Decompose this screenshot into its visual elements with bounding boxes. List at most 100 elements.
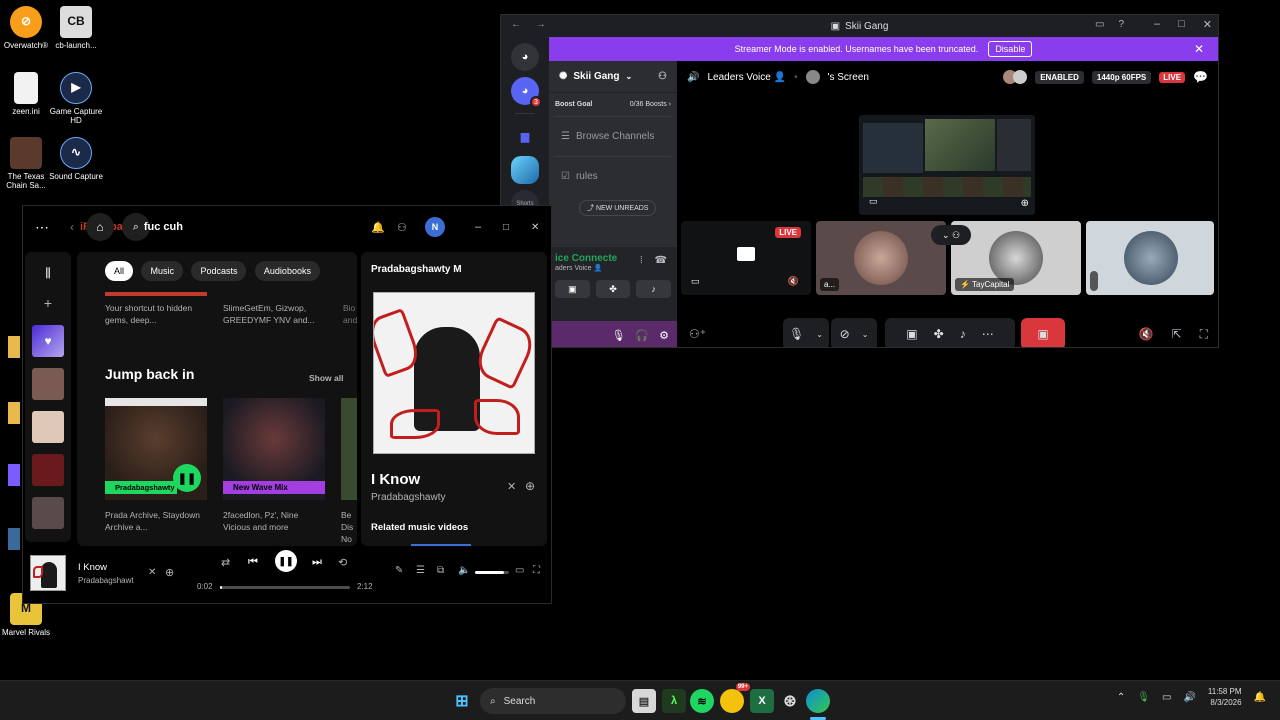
library-item[interactable] xyxy=(32,497,64,529)
shuffle-icon[interactable]: ⇄ xyxy=(221,556,230,569)
maximize-button[interactable]: □ xyxy=(503,222,509,233)
track-title[interactable]: I Know xyxy=(371,471,420,488)
minimize-button[interactable]: – xyxy=(475,221,481,233)
activities-icon[interactable]: ✤ xyxy=(934,327,944,341)
terminal-icon[interactable]: λ xyxy=(662,689,686,713)
chat-icon[interactable]: 💬 xyxy=(1193,70,1208,84)
album-card[interactable]: Pradabagshawty ❚❚ Prada Archive, Staydow… xyxy=(105,398,207,534)
participant-tile[interactable]: a... xyxy=(816,221,946,295)
avatar[interactable]: N xyxy=(425,217,445,237)
notifications-icon[interactable]: 🔔 xyxy=(371,221,385,234)
previous-icon[interactable]: ⏮ xyxy=(248,556,258,569)
share-screen-button[interactable]: ▣ xyxy=(555,280,590,298)
clock[interactable]: 11:58 PM 8/3/2026 xyxy=(1208,687,1242,709)
repeat-icon[interactable]: ⟲ xyxy=(338,556,347,569)
spotify-icon[interactable]: ≋ xyxy=(690,689,714,713)
scrollbar[interactable] xyxy=(1090,271,1098,291)
desktop-icon-overwatch[interactable]: ⊘ Overwatch® xyxy=(0,6,54,50)
album-card[interactable]: Be Dis No xyxy=(341,398,357,546)
disable-button[interactable]: Disable xyxy=(988,41,1033,57)
remove-icon[interactable]: ✕ xyxy=(507,480,516,493)
next-icon[interactable]: ⏭ xyxy=(312,556,322,569)
desktop-icon-texas-chain[interactable]: The Texas Chain Sa... xyxy=(0,137,54,190)
queue-icon[interactable]: ☰ xyxy=(416,565,425,576)
card-desc[interactable]: Your shortcut to hidden gems, deep... xyxy=(105,303,205,327)
library-item[interactable] xyxy=(32,368,64,400)
browse-channels[interactable]: ☰ Browse Channels xyxy=(549,125,677,148)
camera-control[interactable]: ⊘ ⌄ xyxy=(831,318,877,347)
server-icon[interactable] xyxy=(511,156,539,184)
connect-device-icon[interactable]: ⧉ xyxy=(437,565,444,576)
home-icon[interactable]: ⌂ xyxy=(85,213,114,241)
add-icon[interactable]: + xyxy=(25,295,71,311)
share-screen-icon[interactable]: ▣ xyxy=(906,327,917,341)
desktop-icon-cb-launcher[interactable]: CB cb-launch... xyxy=(48,6,104,50)
new-unreads-pill[interactable]: ⤴ NEW UNREADS xyxy=(579,200,657,216)
player-artist[interactable]: Pradabagshawt xyxy=(78,576,134,585)
back-icon[interactable]: ‹ xyxy=(70,220,74,234)
desktop-icon-game-capture[interactable]: ▶ Game Capture HD xyxy=(48,72,104,125)
liked-songs-icon[interactable]: ♥ xyxy=(32,325,64,357)
more-icon[interactable]: ⋯ xyxy=(982,327,994,341)
library-icon[interactable]: ⫼ xyxy=(25,266,71,281)
related-videos-heading[interactable]: Related music videos xyxy=(371,522,468,533)
pause-button[interactable]: ❚❚ xyxy=(173,464,201,492)
mic-control[interactable]: 🎙 ⌄ xyxy=(783,318,829,347)
activities-button[interactable]: ✤ xyxy=(595,280,631,298)
stream-controls[interactable]: ▣ ✤ ♪ ⋯ xyxy=(885,318,1015,347)
chip-all[interactable]: All xyxy=(105,261,134,281)
pause-button[interactable]: ❚❚ xyxy=(275,550,297,572)
chip-audiobooks[interactable]: Audiobooks xyxy=(254,261,320,281)
remove-icon[interactable]: ✕ xyxy=(148,567,156,578)
waveform-icon[interactable]: ⦙ xyxy=(640,255,642,266)
microphone-icon[interactable]: 🎙 xyxy=(1137,692,1150,703)
card-desc[interactable]: Bio and... xyxy=(343,303,357,327)
library-item[interactable] xyxy=(32,411,64,443)
nav-arrows-icon[interactable]: ← → xyxy=(511,19,552,30)
notifications-icon[interactable]: 🔔 xyxy=(1254,692,1266,703)
excel-icon[interactable]: X xyxy=(750,689,774,713)
popout-icon[interactable]: ⇱ xyxy=(1172,327,1182,342)
folder-icon[interactable]: ▆ xyxy=(511,122,539,150)
menu-icon[interactable]: ⋯ xyxy=(35,219,50,236)
add-member-icon[interactable]: ⚇ xyxy=(658,71,667,82)
disconnect-icon[interactable]: ☎ xyxy=(655,255,667,266)
start-button[interactable]: ⊞ xyxy=(450,689,474,713)
close-button[interactable]: ✕ xyxy=(1203,18,1212,31)
edge-icon[interactable] xyxy=(806,689,830,713)
player-title[interactable]: I Know xyxy=(78,562,107,573)
app-icon[interactable]: ⊛ xyxy=(778,689,802,713)
channel-rules[interactable]: ☑ rules xyxy=(549,165,677,188)
panel-header[interactable]: Pradabagshawty M xyxy=(371,264,462,275)
volume-slider[interactable] xyxy=(475,571,509,574)
track-artist[interactable]: Pradabagshawty xyxy=(371,492,446,503)
pen-icon[interactable]: ✎ xyxy=(395,565,403,576)
add-circle-icon[interactable]: ⊕ xyxy=(165,566,174,579)
player-art[interactable] xyxy=(30,555,66,591)
fullscreen-icon[interactable]: ⛶ xyxy=(1200,327,1208,342)
server-header[interactable]: ✺ Skii Gang ⌄ ⚇ xyxy=(549,61,677,93)
library-item[interactable] xyxy=(32,454,64,486)
progress-bar[interactable] xyxy=(220,586,350,589)
card-desc[interactable]: SlimeGetEm, Gizwop, GREEDYMF YNV and... xyxy=(223,303,327,327)
stream-preview[interactable]: ⊕ ▭ xyxy=(859,115,1035,215)
boost-goal[interactable]: Boost Goal 0/36 Boosts › xyxy=(555,101,671,108)
headphones-icon[interactable]: 🎧 xyxy=(635,329,649,342)
chip-podcasts[interactable]: Podcasts xyxy=(191,261,247,281)
add-circle-icon[interactable]: ⊕ xyxy=(525,479,535,493)
album-card[interactable]: New Wave Mix 2facedlon, Pz', Nine Viciou… xyxy=(223,398,325,534)
participant-tile[interactable] xyxy=(1086,221,1214,295)
taskbar-search[interactable]: ⌕ Search xyxy=(480,688,626,714)
zoom-icon[interactable]: ⊕ xyxy=(1021,198,1029,209)
participant-tile[interactable]: LIVE ▭ 🔇 xyxy=(681,221,811,295)
section-title[interactable]: Jump back in xyxy=(105,366,194,382)
help-icon[interactable]: ? xyxy=(1118,19,1124,30)
maximize-button[interactable]: □ xyxy=(1178,18,1185,31)
show-all-link[interactable]: Show all xyxy=(309,373,343,383)
close-banner-icon[interactable]: ✕ xyxy=(1194,42,1204,56)
mute-stream-icon[interactable]: 🔇 xyxy=(1139,327,1154,342)
add-user-icon[interactable]: ⚇⁺ xyxy=(689,327,706,341)
network-icon[interactable]: ▭ xyxy=(1162,692,1171,703)
volume-icon[interactable]: 🔊 xyxy=(1183,692,1195,703)
inbox-icon[interactable]: ▭ xyxy=(1095,19,1104,30)
